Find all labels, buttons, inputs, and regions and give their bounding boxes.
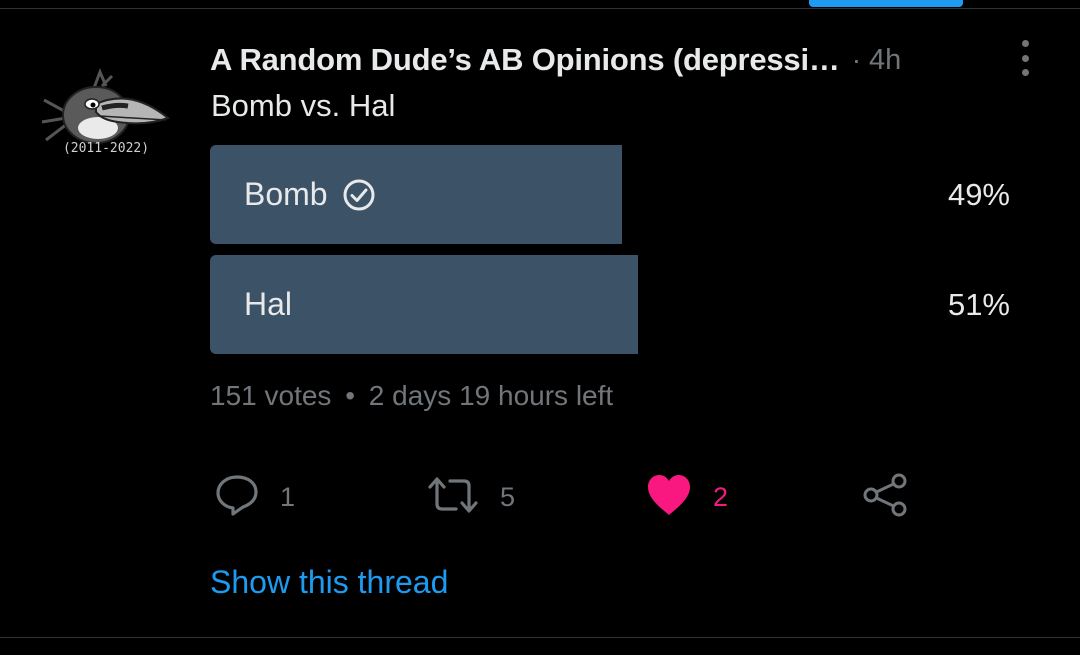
avatar[interactable]: (2011-2022): [36, 60, 176, 170]
poll-meta: 151 votes • 2 days 19 hours left: [210, 380, 613, 412]
tweet-text: Bomb vs. Hal: [211, 88, 396, 123]
share-button[interactable]: [862, 472, 908, 523]
reply-icon: [214, 473, 260, 522]
reply-button[interactable]: 1: [214, 474, 295, 520]
poll-option-label: Bomb: [244, 176, 328, 212]
check-circle-icon: [342, 178, 376, 212]
retweet-button[interactable]: 5: [426, 474, 515, 520]
poll-option-bomb[interactable]: Bomb 49%: [210, 145, 1010, 244]
heart-icon: [645, 473, 693, 522]
active-tab-indicator: [809, 0, 963, 7]
poll-time-left: 2 days 19 hours left: [368, 380, 614, 411]
tweet-header: A Random Dude’s AB Opinions (depressi… ·…: [210, 38, 990, 82]
poll-meta-separator: •: [345, 380, 356, 411]
bottom-divider: [0, 637, 1080, 638]
poll-vote-count: 151 votes: [210, 380, 332, 411]
poll-option-label: Hal: [244, 286, 293, 322]
more-options-icon[interactable]: [1015, 38, 1035, 78]
reply-count: 1: [280, 481, 296, 512]
author-name[interactable]: A Random Dude’s AB Opinions (depressi…: [210, 42, 840, 78]
header-separator: ·: [851, 44, 862, 75]
avatar-bird-icon: (2011-2022): [41, 67, 171, 156]
show-thread-link[interactable]: Show this thread: [210, 564, 448, 601]
retweet-count: 5: [500, 481, 516, 512]
retweet-icon: [426, 473, 480, 522]
poll-option-percent: 49%: [947, 176, 1010, 212]
avatar-caption: (2011-2022): [63, 141, 149, 156]
like-count: 2: [713, 481, 729, 512]
timestamp[interactable]: 4h: [869, 44, 901, 77]
poll-option-hal[interactable]: Hal 51%: [210, 255, 1010, 354]
share-icon: [862, 472, 908, 523]
like-button[interactable]: 2: [645, 474, 728, 520]
top-divider: [0, 8, 1080, 9]
poll-option-percent: 51%: [947, 286, 1010, 322]
